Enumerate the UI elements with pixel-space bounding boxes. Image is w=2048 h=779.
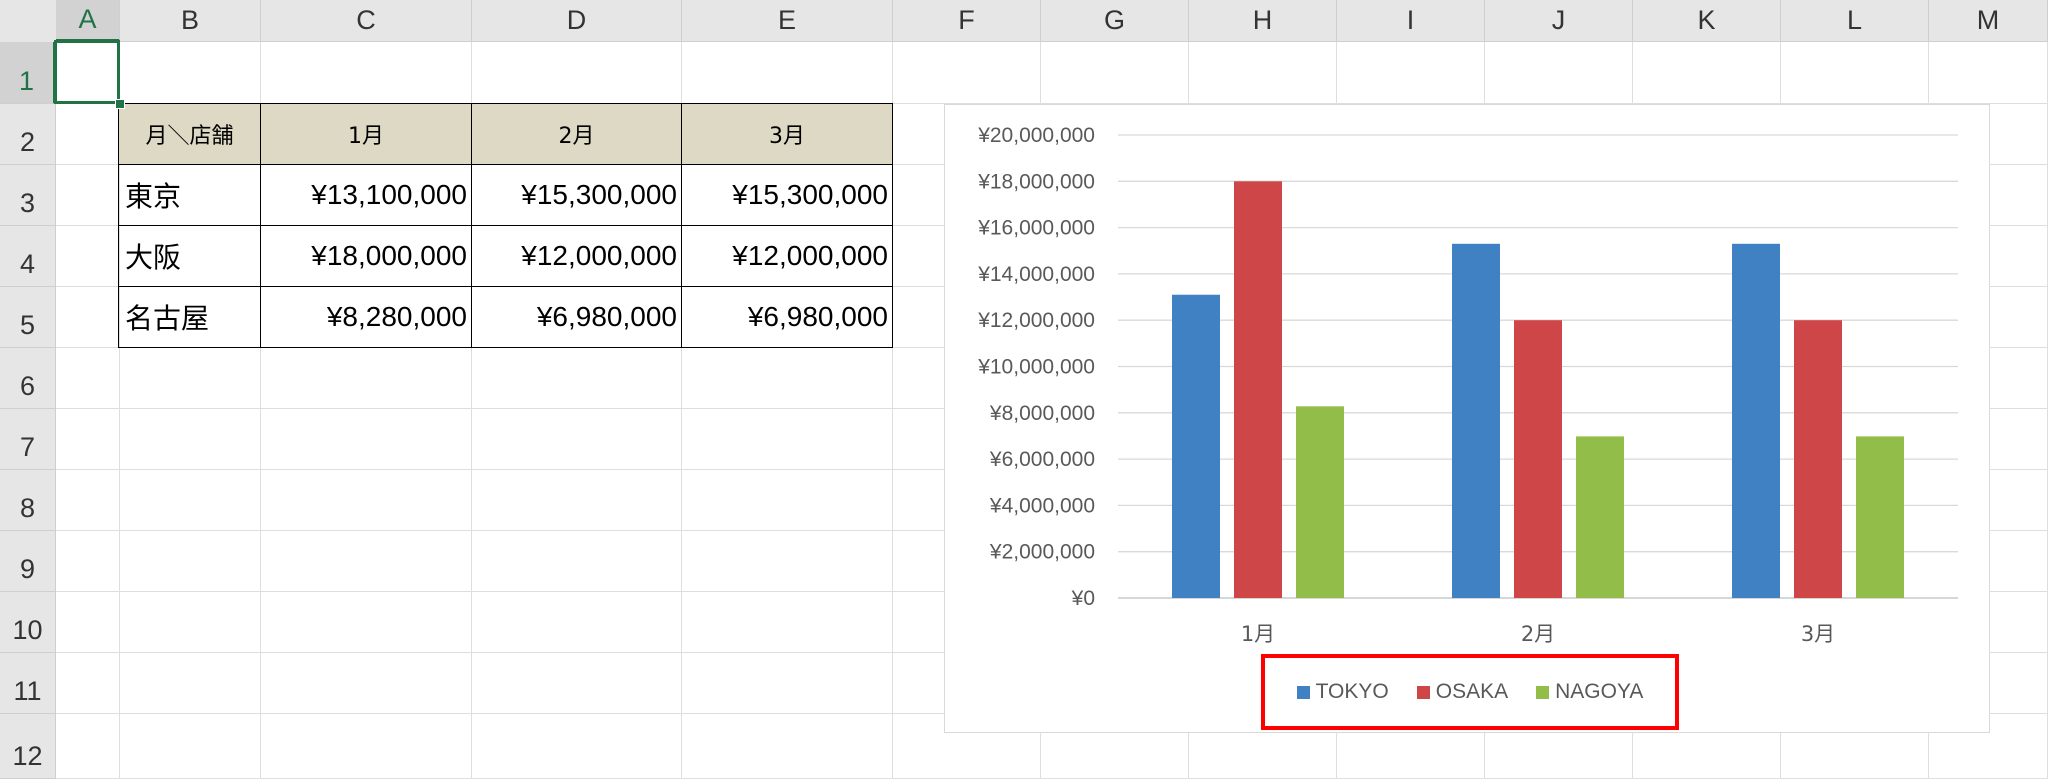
column-header-d[interactable]: D (472, 0, 682, 42)
legend-item-tokyo[interactable]: TOKYO (1296, 680, 1389, 704)
table-cell-nagoya-jan[interactable]: ¥8,280,000 (260, 286, 472, 348)
legend-label-nagoya: NAGOYA (1555, 680, 1644, 703)
active-cell-selection[interactable] (54, 40, 120, 104)
column-header-k[interactable]: K (1633, 0, 1781, 42)
y-tick-label: ¥2,000,000 (989, 541, 1095, 564)
table-cell-osaka-mar[interactable]: ¥12,000,000 (681, 225, 893, 287)
x-tick-label: 2月 (1521, 622, 1555, 646)
legend-item-nagoya[interactable]: NAGOYA (1536, 680, 1643, 704)
column-header-j[interactable]: J (1485, 0, 1633, 42)
column-header-l[interactable]: L (1781, 0, 1929, 42)
row-header-11[interactable]: 11 (0, 653, 56, 714)
row-header-2[interactable]: 2 (0, 104, 56, 165)
bar-nagoya-3[interactable] (1856, 436, 1904, 598)
column-header-c[interactable]: C (261, 0, 472, 42)
table-header-jan[interactable]: 1月 (260, 103, 472, 165)
clustered-column-chart[interactable]: ¥0 ¥2,000,000 ¥4,000,000 ¥6,000,000 ¥8,000,0… (944, 104, 1990, 733)
table-row-name-tokyo[interactable]: 東京 (118, 164, 261, 226)
table-cell-osaka-jan[interactable]: ¥18,000,000 (260, 225, 472, 287)
table-header-feb[interactable]: 2月 (471, 103, 682, 165)
row-header-9[interactable]: 9 (0, 531, 56, 592)
legend-item-osaka[interactable]: OSAKA (1416, 680, 1509, 704)
row-header-4[interactable]: 4 (0, 226, 56, 287)
table-cell-tokyo-mar[interactable]: ¥15,300,000 (681, 164, 893, 226)
row-header-6[interactable]: 6 (0, 348, 56, 409)
table-row-name-nagoya[interactable]: 名古屋 (118, 286, 261, 348)
table-header-corner[interactable]: 月＼店舗 (118, 103, 261, 165)
y-tick-label: ¥4,000,000 (989, 494, 1095, 517)
legend-highlight-box: TOKYO OSAKA NAGOYA (1261, 654, 1679, 730)
table-cell-nagoya-mar[interactable]: ¥6,980,000 (681, 286, 893, 348)
column-header-a[interactable]: A (56, 0, 120, 42)
y-tick-label: ¥16,000,000 (977, 217, 1095, 240)
x-tick-label: 3月 (1801, 622, 1835, 646)
bar-osaka-1[interactable] (1234, 181, 1282, 599)
y-tick-label: ¥12,000,000 (977, 309, 1095, 332)
row-header-5[interactable]: 5 (0, 287, 56, 348)
column-header-i[interactable]: I (1337, 0, 1485, 42)
row-header-3[interactable]: 3 (0, 165, 56, 226)
table-cell-osaka-feb[interactable]: ¥12,000,000 (471, 225, 682, 287)
bar-nagoya-1[interactable] (1296, 406, 1344, 598)
bar-osaka-2[interactable] (1514, 320, 1562, 598)
x-tick-label: 1月 (1241, 622, 1275, 646)
legend-swatch-osaka (1416, 685, 1430, 699)
row-header-10[interactable]: 10 (0, 592, 56, 653)
y-tick-label: ¥10,000,000 (977, 356, 1095, 379)
legend-label-tokyo: TOKYO (1315, 680, 1389, 703)
row-header-1[interactable]: 1 (0, 42, 56, 104)
table-cell-tokyo-jan[interactable]: ¥13,100,000 (260, 164, 472, 226)
spreadsheet-grid[interactable]: ABCDEFGHIJKLM 1 2 3 4 5 6 7 8 9 10 11 12 月＼店舗 1月 2月… (0, 0, 2048, 779)
legend-swatch-nagoya (1536, 685, 1550, 699)
column-header-m[interactable]: M (1929, 0, 2048, 42)
row-header-8[interactable]: 8 (0, 470, 56, 531)
y-tick-label: ¥18,000,000 (977, 170, 1095, 193)
table-cell-nagoya-feb[interactable]: ¥6,980,000 (471, 286, 682, 348)
table-cell-tokyo-feb[interactable]: ¥15,300,000 (471, 164, 682, 226)
y-tick-label: ¥14,000,000 (977, 263, 1095, 286)
bar-tokyo-2[interactable] (1452, 243, 1500, 598)
y-tick-label: ¥6,000,000 (989, 448, 1095, 471)
column-header-h[interactable]: H (1189, 0, 1337, 42)
y-tick-label: ¥8,000,000 (989, 402, 1095, 425)
bar-nagoya-2[interactable] (1576, 436, 1624, 598)
column-header-b[interactable]: B (120, 0, 261, 42)
bar-tokyo-3[interactable] (1732, 243, 1780, 598)
bar-osaka-3[interactable] (1794, 320, 1842, 598)
fill-handle[interactable] (115, 99, 125, 109)
legend-label-osaka: OSAKA (1435, 680, 1509, 703)
table-header-mar[interactable]: 3月 (681, 103, 893, 165)
row-header-12[interactable]: 12 (0, 714, 56, 779)
y-tick-label: ¥20,000,000 (977, 124, 1095, 147)
column-header-g[interactable]: G (1041, 0, 1189, 42)
table-row-name-osaka[interactable]: 大阪 (118, 225, 261, 287)
bar-tokyo-1[interactable] (1172, 294, 1220, 598)
column-header-e[interactable]: E (682, 0, 893, 42)
chart-legend[interactable]: TOKYO OSAKA NAGOYA (1265, 658, 1675, 726)
chart-plot-area: ¥0 ¥2,000,000 ¥4,000,000 ¥6,000,000 ¥8,000,0… (977, 124, 1958, 646)
column-header-f[interactable]: F (893, 0, 1041, 42)
y-tick-label: ¥0 (1071, 587, 1095, 610)
legend-swatch-tokyo (1296, 685, 1310, 699)
row-header-7[interactable]: 7 (0, 409, 56, 470)
